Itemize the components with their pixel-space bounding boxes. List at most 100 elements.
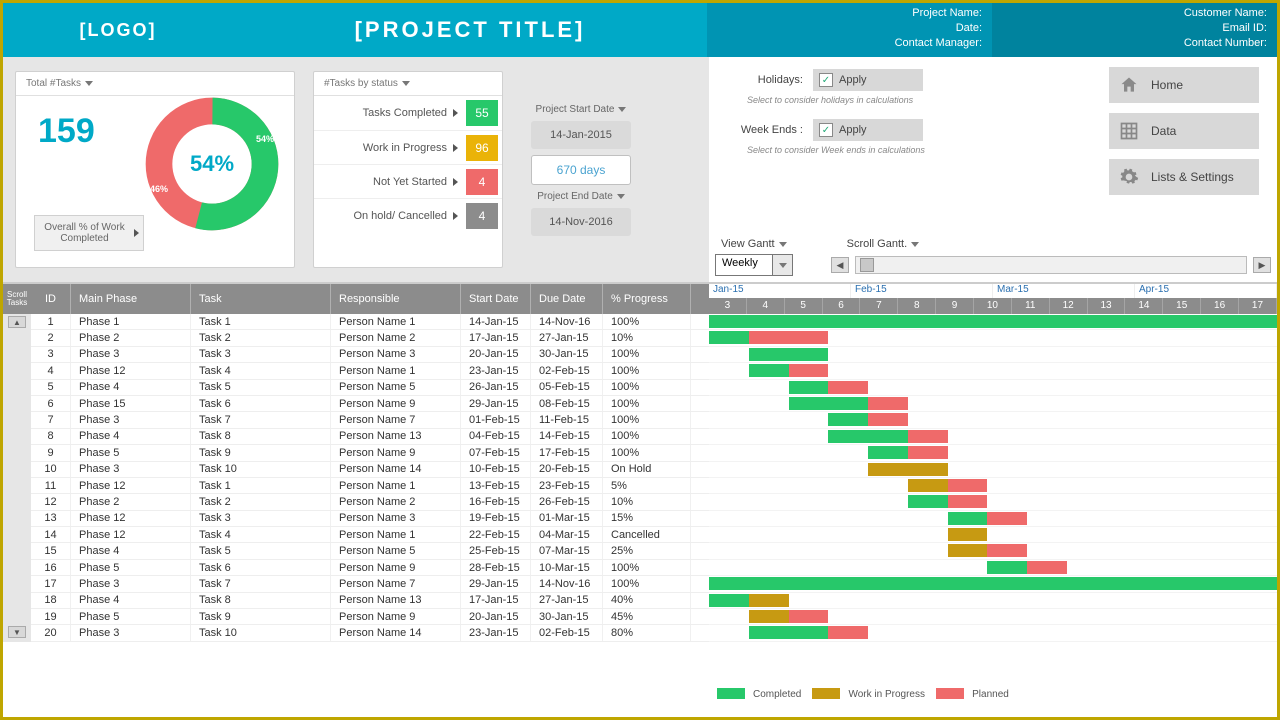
table-row[interactable]: 4Phase 12Task 4 Person Name 123-Jan-1502… <box>31 363 709 379</box>
col-id[interactable]: ID <box>31 284 71 314</box>
gantt-bar[interactable] <box>789 381 829 394</box>
checkbox-icon[interactable]: ✓ <box>819 123 833 137</box>
table-row[interactable]: 2Phase 2Task 2 Person Name 217-Jan-1527-… <box>31 330 709 346</box>
status-row[interactable]: On hold/ Cancelled 4 <box>314 198 502 232</box>
table-row[interactable]: 6Phase 15Task 6 Person Name 929-Jan-1508… <box>31 396 709 412</box>
gantt-bar[interactable] <box>828 381 868 394</box>
gantt-bar[interactable] <box>948 528 988 541</box>
chevron-right-icon <box>453 178 458 186</box>
gantt-bar[interactable] <box>908 495 948 508</box>
gantt-bar[interactable] <box>908 430 948 443</box>
nav-data-button[interactable]: Data <box>1109 113 1259 149</box>
status-card-header[interactable]: #Tasks by status <box>314 72 502 96</box>
gantt-row <box>709 543 1277 559</box>
gantt-bar[interactable] <box>789 610 829 623</box>
nav-home-button[interactable]: Home <box>1109 67 1259 103</box>
gantt-scrollbar[interactable] <box>855 256 1247 274</box>
gantt-bar[interactable] <box>749 331 829 344</box>
table-row[interactable]: 20Phase 3Task 10 Person Name 1423-Jan-15… <box>31 625 709 641</box>
table-row[interactable]: 12Phase 2Task 2 Person Name 216-Feb-1526… <box>31 494 709 510</box>
table-row[interactable]: 9Phase 5Task 9 Person Name 907-Feb-1517-… <box>31 445 709 461</box>
scroll-thumb[interactable] <box>860 258 874 272</box>
start-date-label[interactable]: Project Start Date <box>536 104 627 115</box>
end-date-label[interactable]: Project End Date <box>537 191 625 202</box>
gantt-bar[interactable] <box>709 594 749 607</box>
gantt-bar[interactable] <box>749 348 829 361</box>
gantt-bar[interactable] <box>828 413 868 426</box>
gantt-bar[interactable] <box>948 479 988 492</box>
scroll-gantt-label[interactable]: Scroll Gantt. <box>847 238 920 250</box>
nav-lists-settings-button[interactable]: Lists & Settings <box>1109 159 1259 195</box>
col-prog[interactable]: % Progress <box>603 284 691 314</box>
table-row[interactable]: 7Phase 3Task 7 Person Name 701-Feb-1511-… <box>31 412 709 428</box>
scroll-tasks-label: Scroll Tasks <box>3 284 31 314</box>
table-row[interactable]: 18Phase 4Task 8 Person Name 1317-Jan-152… <box>31 593 709 609</box>
gantt-bar[interactable] <box>868 446 908 459</box>
checkbox-icon[interactable]: ✓ <box>819 73 833 87</box>
gantt-bar[interactable] <box>709 331 749 344</box>
gantt-week: 9 <box>936 298 974 314</box>
overall-percent-label[interactable]: Overall % of Work Completed <box>34 215 144 251</box>
scroll-right-button[interactable]: ▶ <box>1253 257 1271 273</box>
table-row[interactable]: 5Phase 4Task 5 Person Name 526-Jan-1505-… <box>31 380 709 396</box>
gantt-bar[interactable] <box>908 479 948 492</box>
weekends-apply-button[interactable]: ✓ Apply <box>813 119 923 141</box>
gantt-bar[interactable] <box>789 397 869 410</box>
table-row[interactable]: 11Phase 12Task 1 Person Name 113-Feb-152… <box>31 478 709 494</box>
table-row[interactable]: 8Phase 4Task 8 Person Name 1304-Feb-1514… <box>31 429 709 445</box>
col-phase[interactable]: Main Phase <box>71 284 191 314</box>
table-row[interactable]: 19Phase 5Task 9 Person Name 920-Jan-1530… <box>31 609 709 625</box>
col-task[interactable]: Task <box>191 284 331 314</box>
scroll-tasks-down[interactable]: ▼ <box>8 626 26 638</box>
select-dropdown-button[interactable] <box>772 255 792 275</box>
chevron-right-icon <box>453 212 458 220</box>
dropdown-icon <box>85 81 93 86</box>
gantt-bar[interactable] <box>749 626 829 639</box>
status-row[interactable]: Not Yet Started 4 <box>314 164 502 198</box>
gantt-bar[interactable] <box>789 364 829 377</box>
holidays-apply-button[interactable]: ✓ Apply <box>813 69 923 91</box>
col-due[interactable]: Due Date <box>531 284 603 314</box>
gantt-bar[interactable] <box>828 626 868 639</box>
dropdown-icon <box>618 107 626 112</box>
view-gantt-select[interactable]: Weekly <box>715 254 793 276</box>
gantt-bar[interactable] <box>868 463 948 476</box>
col-resp[interactable]: Responsible <box>331 284 461 314</box>
gantt-bar[interactable] <box>709 315 1277 328</box>
gantt-bar[interactable] <box>987 512 1027 525</box>
gantt-bar[interactable] <box>749 364 789 377</box>
table-row[interactable]: 17Phase 3Task 7 Person Name 729-Jan-1514… <box>31 576 709 592</box>
gantt-bar[interactable] <box>749 610 789 623</box>
gantt-bar[interactable] <box>709 577 1277 590</box>
donut-seg-b: 46% <box>150 184 168 194</box>
scroll-tasks-up[interactable]: ▲ <box>8 316 26 328</box>
gantt-bar[interactable] <box>908 446 948 459</box>
scroll-left-button[interactable]: ◀ <box>831 257 849 273</box>
gantt-bar[interactable] <box>987 544 1027 557</box>
view-gantt-label[interactable]: View Gantt <box>721 238 787 250</box>
status-row[interactable]: Work in Progress 96 <box>314 130 502 164</box>
table-row[interactable]: 14Phase 12Task 4 Person Name 122-Feb-150… <box>31 527 709 543</box>
end-date-value: 14-Nov-2016 <box>531 208 631 236</box>
col-start[interactable]: Start Date <box>461 284 531 314</box>
table-row[interactable]: 15Phase 4Task 5 Person Name 525-Feb-1507… <box>31 543 709 559</box>
gantt-bar[interactable] <box>948 495 988 508</box>
table-row[interactable]: 1Phase 1Task 1 Person Name 114-Jan-1514-… <box>31 314 709 330</box>
total-tasks-header[interactable]: Total #Tasks <box>16 72 294 96</box>
table-row[interactable]: 10Phase 3Task 10 Person Name 1410-Feb-15… <box>31 462 709 478</box>
gantt-bar[interactable] <box>868 413 908 426</box>
table-row[interactable]: 3Phase 3Task 3 Person Name 320-Jan-1530-… <box>31 347 709 363</box>
gantt-week: 17 <box>1239 298 1277 314</box>
gantt-row <box>709 330 1277 346</box>
gantt-bar[interactable] <box>1027 561 1067 574</box>
gantt-bar[interactable] <box>948 544 988 557</box>
table-row[interactable]: 13Phase 12Task 3 Person Name 319-Feb-150… <box>31 511 709 527</box>
gantt-chart: Jan-15Feb-15Mar-15Apr-15 345678910111213… <box>709 284 1277 642</box>
gantt-bar[interactable] <box>828 430 908 443</box>
gantt-bar[interactable] <box>987 561 1027 574</box>
gantt-bar[interactable] <box>948 512 988 525</box>
gantt-bar[interactable] <box>868 397 908 410</box>
gantt-bar[interactable] <box>749 594 789 607</box>
status-row[interactable]: Tasks Completed 55 <box>314 96 502 130</box>
table-row[interactable]: 16Phase 5Task 6 Person Name 928-Feb-1510… <box>31 560 709 576</box>
